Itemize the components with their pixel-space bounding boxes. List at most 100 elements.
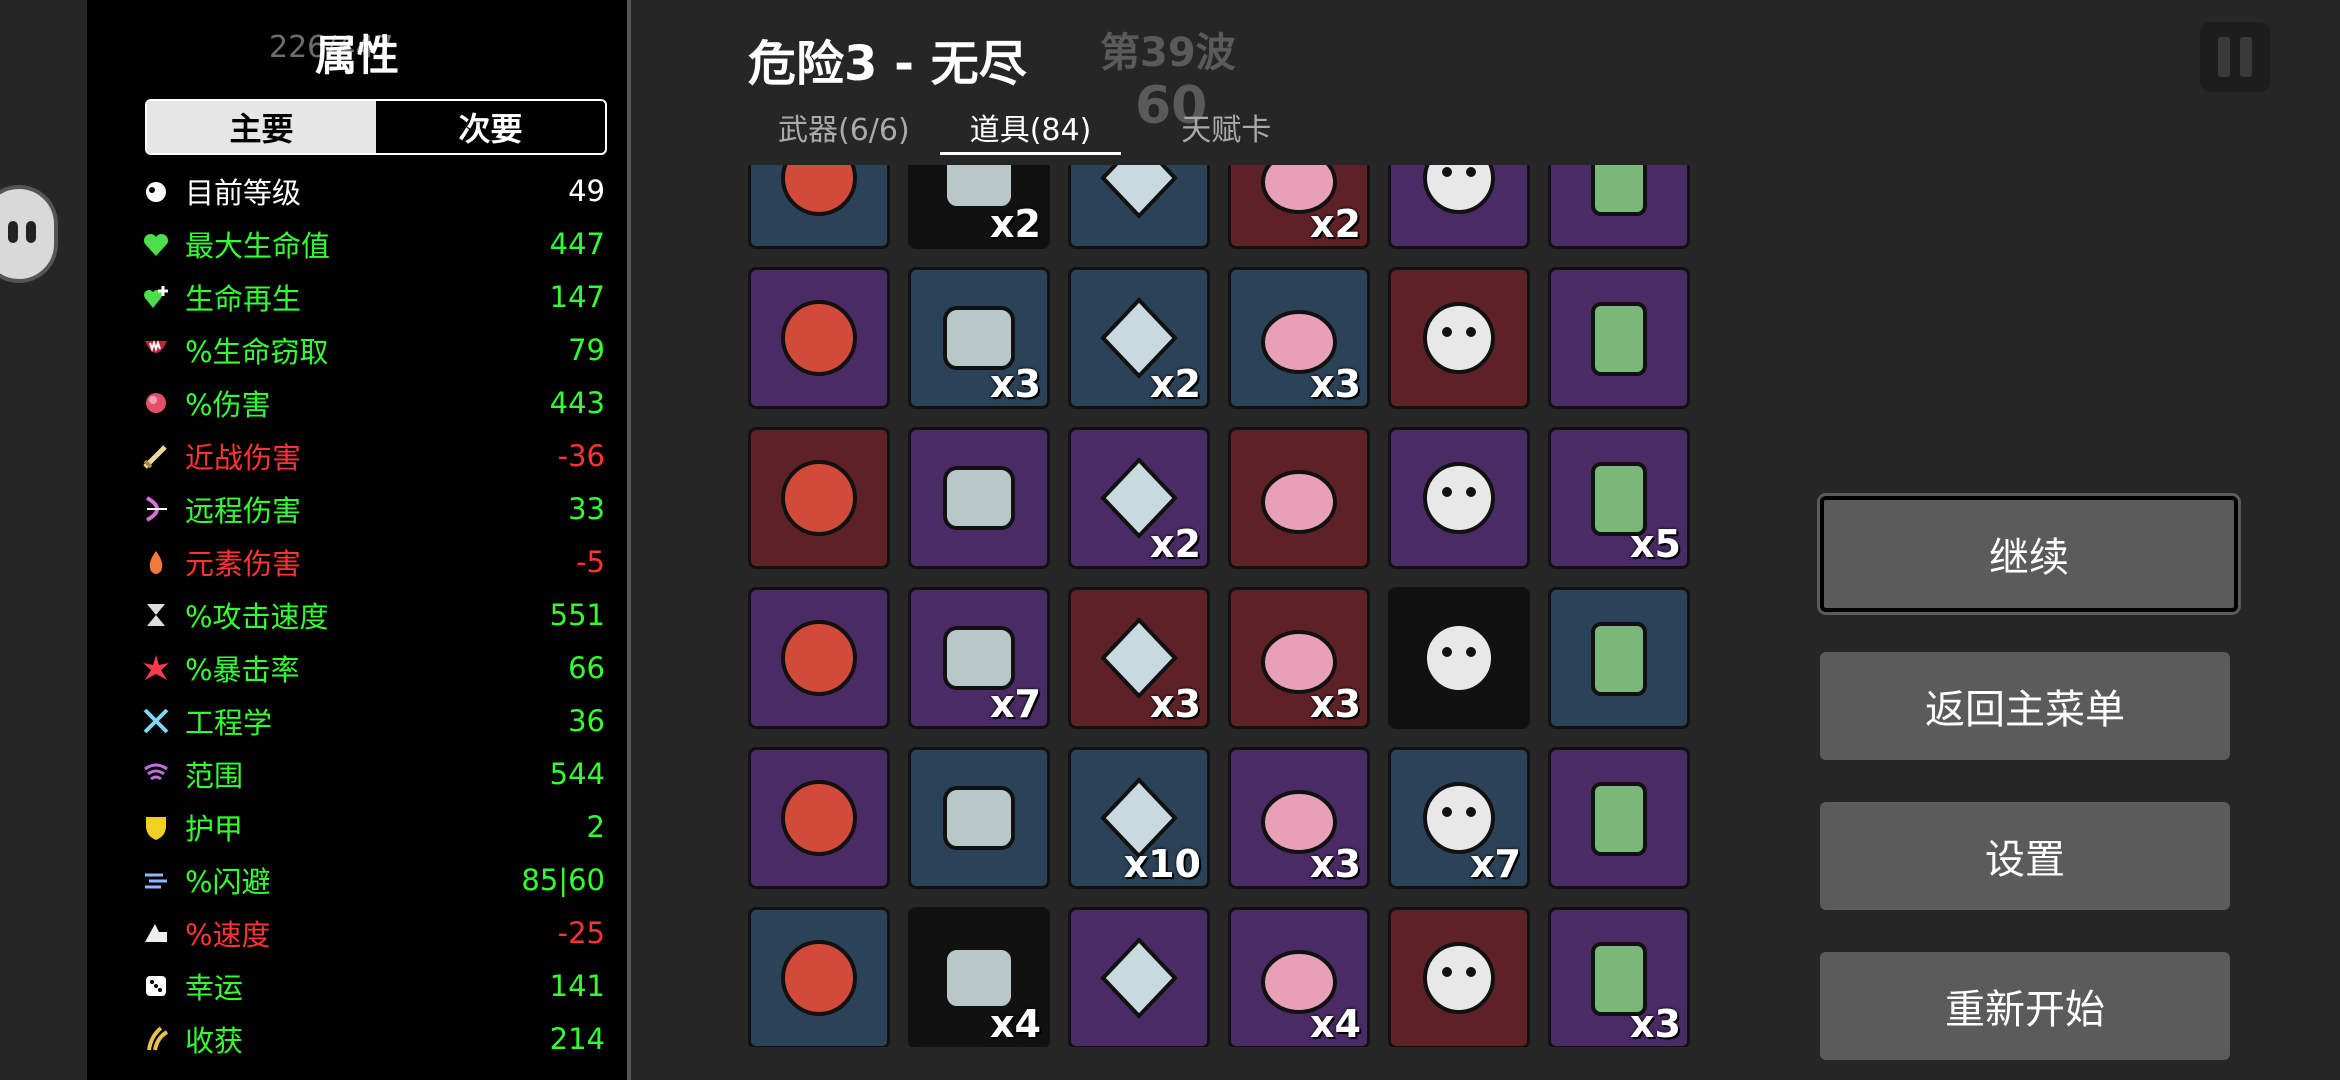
- stat-row: 最大生命值 447: [139, 219, 605, 269]
- banner-item[interactable]: x3: [908, 267, 1050, 409]
- chameleon-item[interactable]: [908, 427, 1050, 569]
- horn-item[interactable]: [1068, 165, 1210, 249]
- stat-label: %伤害: [185, 388, 271, 422]
- stat-value: 49: [568, 174, 605, 208]
- tab-secondary-stats[interactable]: 次要: [376, 101, 605, 153]
- stat-value: 447: [549, 227, 605, 261]
- level-icon: [139, 174, 173, 208]
- axe-item[interactable]: [748, 165, 890, 249]
- item-count: x4: [990, 1002, 1041, 1046]
- stat-label: 目前等级: [185, 176, 302, 210]
- continue-button[interactable]: 继续: [1820, 496, 2238, 612]
- stat-value: 79: [568, 333, 605, 367]
- items-grid[interactable]: x2 x2 x3 x2 x3 x2 x5 x7 x3 x3 x10 x3 x7 x4 x4 x3: [748, 165, 1698, 1047]
- stat-value: 66: [568, 651, 605, 685]
- root-item[interactable]: x2: [908, 165, 1050, 249]
- peacock-item[interactable]: [1388, 165, 1530, 249]
- stat-row: 生命再生 147: [139, 272, 605, 322]
- side-drawer-handle[interactable]: [0, 185, 58, 283]
- stat-label: 范围: [185, 759, 244, 793]
- tomato-item[interactable]: [748, 267, 890, 409]
- run-title: 危险3 - 无尽: [748, 36, 1027, 92]
- stat-row: 工程学 36: [139, 696, 605, 746]
- pause-button[interactable]: [2200, 22, 2270, 92]
- settings-button[interactable]: 设置: [1820, 802, 2230, 910]
- tardigrade-item[interactable]: x3: [1548, 907, 1690, 1047]
- bullet-item[interactable]: x2: [1068, 427, 1210, 569]
- statue-item[interactable]: x4: [1228, 907, 1370, 1047]
- stat-value: -25: [557, 916, 605, 950]
- stat-label: %暴击率: [185, 653, 300, 687]
- crystal-item[interactable]: [1548, 267, 1690, 409]
- item-count: x5: [1630, 522, 1681, 566]
- stat-row: 元素伤害 -5: [139, 537, 605, 587]
- item-count: x4: [1310, 1002, 1361, 1046]
- stat-value: 33: [568, 492, 605, 526]
- brain-item[interactable]: [1548, 747, 1690, 889]
- factory-item[interactable]: [748, 907, 890, 1047]
- tractor-item[interactable]: x7: [908, 587, 1050, 729]
- item-icon: [781, 460, 857, 536]
- tab-items[interactable]: 道具(84): [939, 105, 1122, 155]
- medic-turret-item[interactable]: x3: [1228, 267, 1370, 409]
- stats-panel: 226/447 属性 主要 次要 目前等级 49 最大生命值 447 生命再生 147 %生…: [87, 0, 627, 1080]
- item-count: x3: [1310, 682, 1361, 726]
- stat-label: 元素伤害: [185, 547, 302, 581]
- stat-value: 36: [568, 704, 605, 738]
- main-menu-button[interactable]: 返回主菜单: [1820, 652, 2230, 760]
- item-count: x3: [1630, 1002, 1681, 1046]
- restart-button[interactable]: 重新开始: [1820, 952, 2230, 1060]
- turret-item[interactable]: [1548, 165, 1690, 249]
- tab-primary-stats[interactable]: 主要: [147, 101, 376, 153]
- binoculars-item[interactable]: [1228, 427, 1370, 569]
- stat-row: 护甲 2: [139, 802, 605, 852]
- wings-item[interactable]: x3: [1228, 747, 1370, 889]
- stat-value: 214: [549, 1022, 605, 1056]
- stat-row: 近战伤害 -36: [139, 431, 605, 481]
- wizard-item[interactable]: [748, 747, 890, 889]
- harvest-icon: [139, 1022, 173, 1056]
- item-count: x3: [1310, 842, 1361, 886]
- stat-value: 85|60: [521, 863, 605, 897]
- stat-row: %闪避 85|60: [139, 855, 605, 905]
- tab-talent-cards[interactable]: 天赋卡: [1151, 105, 1301, 155]
- damage-icon: [139, 386, 173, 420]
- stat-label: %速度: [185, 918, 271, 952]
- bloody-hand-item[interactable]: [1388, 267, 1530, 409]
- item-icon: [781, 165, 857, 216]
- helmet-item[interactable]: [1068, 907, 1210, 1047]
- stat-value: -5: [576, 545, 605, 579]
- stat-row: 目前等级 49: [139, 166, 605, 216]
- lifesteal-icon: [139, 333, 173, 367]
- piggy-bank-item[interactable]: [908, 747, 1050, 889]
- stat-row: %攻击速度 551: [139, 590, 605, 640]
- item-icon: [1591, 302, 1647, 376]
- wheelbarrow-item[interactable]: x10: [1068, 747, 1210, 889]
- alien-turret-item[interactable]: x3: [1228, 587, 1370, 729]
- rainbow-leaf-item[interactable]: x3: [1068, 587, 1210, 729]
- dynamite-item[interactable]: x4: [908, 907, 1050, 1047]
- item-icon: [1591, 622, 1647, 696]
- coin-item[interactable]: [748, 427, 890, 569]
- item-icon: [1423, 942, 1495, 1014]
- item-icon: [781, 300, 857, 376]
- stats-title: 属性: [314, 31, 399, 80]
- tab-weapons[interactable]: 武器(6/6): [748, 105, 940, 155]
- pendant-item[interactable]: x2: [1068, 267, 1210, 409]
- machine-item[interactable]: [1548, 587, 1690, 729]
- pause-icon: [2218, 37, 2230, 77]
- frog-item[interactable]: x7: [1388, 747, 1530, 889]
- scroll-item[interactable]: x2: [1228, 165, 1370, 249]
- item-icon: [1100, 165, 1178, 219]
- stat-row: 幸运 141: [139, 961, 605, 1011]
- item-icon: [943, 786, 1015, 850]
- item-count: x2: [1310, 202, 1361, 246]
- beard-item[interactable]: [1388, 427, 1530, 569]
- stat-row: %暴击率 66: [139, 643, 605, 693]
- generator-item[interactable]: [748, 587, 890, 729]
- stomach-item[interactable]: [1388, 907, 1530, 1047]
- stat-label: 收获: [185, 1024, 244, 1058]
- item-icon: [1591, 165, 1647, 216]
- blood-bag-item[interactable]: x5: [1548, 427, 1690, 569]
- rubber-duck-item[interactable]: [1388, 587, 1530, 729]
